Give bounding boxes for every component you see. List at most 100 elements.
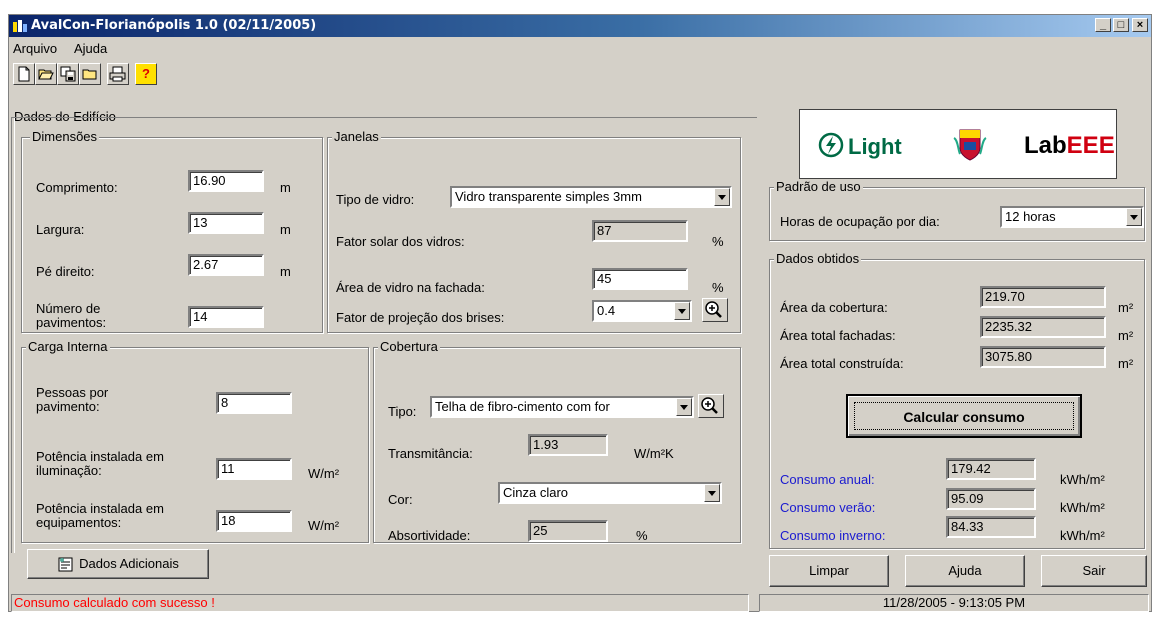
- lighting-label: Potência instalada em iluminação:: [36, 449, 164, 478]
- equipment-input[interactable]: 18: [216, 510, 292, 532]
- width-input[interactable]: 13: [188, 212, 264, 234]
- roof-title: Cobertura: [378, 339, 440, 354]
- floors-label: Número de pavimentos:: [36, 301, 107, 330]
- folder-icon[interactable]: [79, 63, 101, 85]
- menu-ajuda[interactable]: Ajuda: [74, 41, 107, 56]
- facade-area-unit: m²: [1118, 328, 1134, 343]
- minimize-button[interactable]: _: [1095, 18, 1111, 32]
- roof-type-label: Tipo:: [388, 404, 417, 419]
- data-icon: [58, 557, 73, 572]
- usage-title: Padrão de uso: [774, 179, 863, 194]
- height-label: Pé direito:: [36, 264, 95, 279]
- clear-button[interactable]: Limpar: [769, 555, 889, 587]
- zoom-in-icon[interactable]: [702, 298, 728, 322]
- dimensions-title: Dimensões: [30, 129, 100, 144]
- menu-bar: Arquivo Ajuda: [9, 38, 1151, 58]
- height-unit: m: [280, 264, 291, 279]
- color-select[interactable]: Cinza claro: [498, 482, 722, 504]
- solar-factor-unit: %: [712, 234, 724, 249]
- people-input[interactable]: 8: [216, 392, 292, 414]
- university-seal-icon: [953, 129, 987, 161]
- internal-load-title: Carga Interna: [26, 339, 110, 354]
- exit-button[interactable]: Sair: [1041, 555, 1147, 587]
- shading-label: Fator de projeção dos brises:: [336, 310, 505, 325]
- roof-type-select[interactable]: Telha de fibro-cimento com for: [430, 396, 694, 418]
- equipment-unit: W/m²: [308, 518, 340, 533]
- color-label: Cor:: [388, 492, 413, 507]
- winter-consumption-label: Consumo inverno:: [780, 528, 886, 543]
- chevron-down-icon[interactable]: [676, 398, 692, 416]
- equipment-label: Potência instalada em equipamentos:: [36, 501, 164, 530]
- group-left-border: [11, 117, 14, 553]
- save-icon[interactable]: [57, 63, 79, 85]
- lighting-input[interactable]: 11: [216, 458, 292, 480]
- close-button[interactable]: ×: [1132, 18, 1148, 32]
- winter-consumption-unit: kWh/m²: [1060, 528, 1105, 543]
- chevron-down-icon[interactable]: [1126, 208, 1142, 226]
- transmittance-unit: W/m²K: [634, 446, 674, 461]
- status-datetime: 11/28/2005 - 9:13:05 PM: [759, 594, 1149, 612]
- labeee-prefix: Lab: [1024, 132, 1067, 159]
- chevron-down-icon[interactable]: [704, 484, 720, 502]
- built-area-label: Área total construída:: [780, 356, 904, 371]
- calculate-button-label: Calcular consumo: [854, 402, 1074, 430]
- facade-area-field: 2235.32: [980, 316, 1106, 338]
- menu-arquivo[interactable]: Arquivo: [13, 41, 57, 56]
- transmittance-label: Transmitância:: [388, 446, 473, 461]
- additional-data-label: Dados Adicionais: [79, 556, 179, 571]
- glass-area-label: Área de vidro na fachada:: [336, 280, 485, 295]
- zoom-in-icon[interactable]: [698, 394, 724, 418]
- logo-panel: Light LabEEE: [799, 109, 1117, 179]
- print-icon[interactable]: [107, 63, 129, 85]
- usage-group: Padrão de uso Horas de ocupação por dia:…: [769, 179, 1145, 241]
- hours-select[interactable]: 12 horas: [1000, 206, 1144, 228]
- roof-group: Cobertura Tipo: Telha de fibro-cimento c…: [373, 339, 741, 543]
- glass-area-unit: %: [712, 280, 724, 295]
- facade-area-label: Área total fachadas:: [780, 328, 896, 343]
- hours-label: Horas de ocupação por dia:: [780, 214, 940, 229]
- chevron-down-icon[interactable]: [674, 302, 690, 320]
- summer-consumption-field: 95.09: [946, 488, 1036, 510]
- chevron-down-icon[interactable]: [714, 188, 730, 206]
- help-icon[interactable]: ?: [135, 63, 157, 85]
- length-label: Comprimento:: [36, 180, 118, 195]
- absorptivity-unit: %: [636, 528, 648, 543]
- maximize-button[interactable]: □: [1113, 18, 1129, 32]
- height-input[interactable]: 2.67: [188, 254, 264, 276]
- labeee-suffix: EEE: [1066, 132, 1115, 159]
- absorptivity-field: 25: [528, 520, 608, 542]
- built-area-unit: m²: [1118, 356, 1134, 371]
- glass-area-input[interactable]: 45: [592, 268, 688, 290]
- roof-area-unit: m²: [1118, 300, 1134, 315]
- light-logo-icon: [818, 132, 844, 158]
- calculate-button[interactable]: Calcular consumo: [846, 394, 1082, 438]
- color-value: Cinza claro: [503, 485, 569, 500]
- new-file-icon[interactable]: [13, 63, 35, 85]
- open-folder-icon[interactable]: [35, 63, 57, 85]
- lighting-unit: W/m²: [308, 466, 340, 481]
- additional-data-button[interactable]: Dados Adicionais: [27, 549, 209, 579]
- shading-select[interactable]: 0.4: [592, 300, 692, 322]
- glass-type-select[interactable]: Vidro transparente simples 3mm: [450, 186, 732, 208]
- hours-value: 12 horas: [1005, 209, 1056, 224]
- summer-consumption-unit: kWh/m²: [1060, 500, 1105, 515]
- group-top-border: [11, 117, 757, 119]
- roof-type-value: Telha de fibro-cimento com for: [435, 399, 610, 414]
- light-logo-text: Light: [848, 134, 902, 159]
- dimensions-group: Dimensões Comprimento: 16.90 m Largura: …: [21, 129, 323, 333]
- floors-input[interactable]: 14: [188, 306, 264, 328]
- width-unit: m: [280, 222, 291, 237]
- roof-area-label: Área da cobertura:: [780, 300, 888, 315]
- absorptivity-label: Absortividade:: [388, 528, 471, 543]
- help-button[interactable]: Ajuda: [905, 555, 1025, 587]
- windows-title: Janelas: [332, 129, 381, 144]
- toolbar: ?: [9, 59, 1151, 89]
- glass-type-label: Tipo de vidro:: [336, 192, 415, 207]
- app-icon: [13, 20, 27, 32]
- length-input[interactable]: 16.90: [188, 170, 264, 192]
- solar-factor-field: 87: [592, 220, 688, 242]
- title-bar[interactable]: AvalCon-Florianópolis 1.0 (02/11/2005) _…: [9, 15, 1151, 37]
- width-label: Largura:: [36, 222, 85, 237]
- annual-consumption-field: 179.42: [946, 458, 1036, 480]
- labeee-logo: LabEEE: [1024, 132, 1115, 160]
